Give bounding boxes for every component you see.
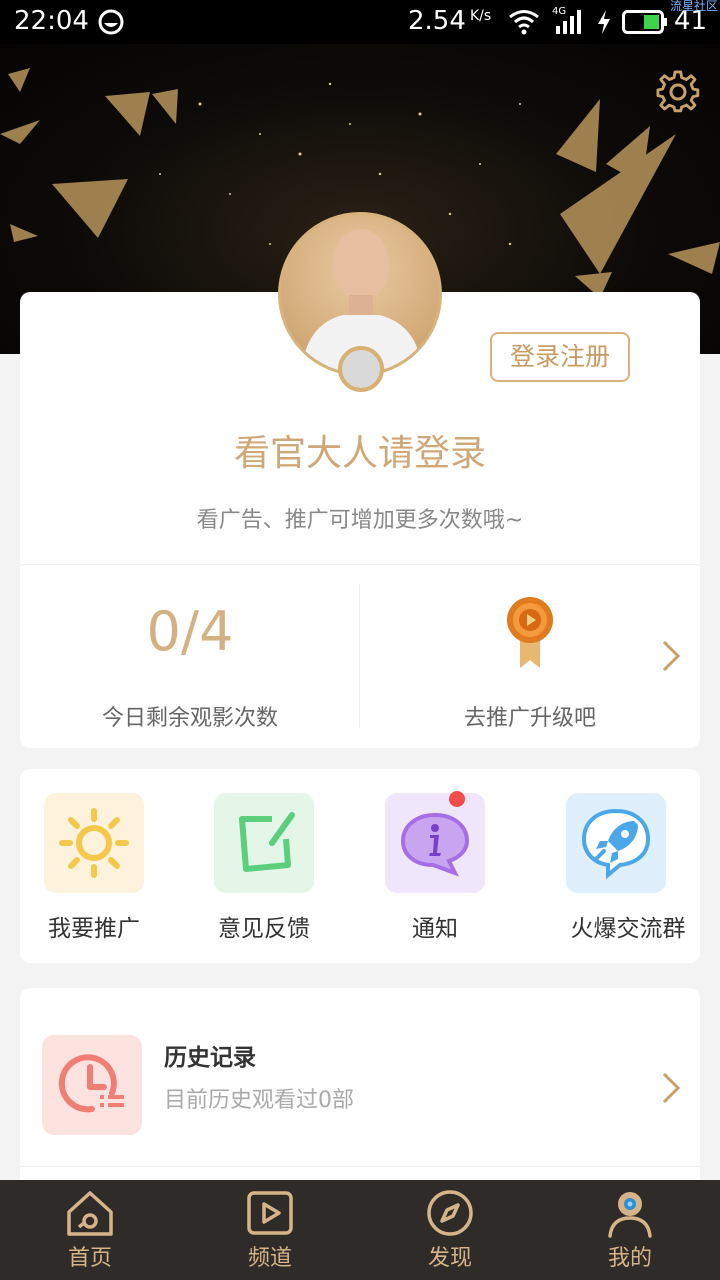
app-notification-icon — [98, 9, 124, 35]
action-notifications[interactable]: 通知 — [361, 791, 531, 953]
history-subtitle: 目前历史观看过0部 — [164, 1088, 354, 1113]
promote-upgrade-label[interactable]: 去推广升级吧 — [360, 700, 700, 732]
home-icon — [67, 1191, 113, 1236]
wifi-icon — [509, 10, 539, 35]
charging-icon — [598, 10, 610, 34]
history-card[interactable]: 历史记录 目前历史观看过0部 — [20, 988, 700, 1180]
nav-home-label: 首页 — [67, 1246, 112, 1271]
login-prompt[interactable]: 看官大人请登录 — [20, 424, 700, 476]
action-feedback-label: 意见反馈 — [218, 916, 310, 942]
status-time: 22:04 — [14, 6, 89, 36]
card-divider — [20, 564, 700, 565]
action-promote-tile[interactable] — [44, 793, 144, 893]
user-icon — [608, 1192, 652, 1238]
settings-gear-icon[interactable] — [656, 70, 700, 114]
info-chat-icon — [400, 812, 470, 877]
history-title: 历史记录 — [164, 1045, 256, 1071]
nav-home[interactable]: 首页 — [0, 1180, 180, 1280]
battery-icon — [622, 10, 667, 34]
history-clock-icon — [58, 1054, 124, 1113]
nav-discover[interactable]: 发现 — [360, 1180, 540, 1280]
action-chat-group[interactable]: 火爆交流群 — [542, 793, 712, 953]
login-register-button[interactable]: 登录注册 — [490, 332, 630, 382]
action-notifications-label: 通知 — [412, 916, 458, 942]
action-chat-group-tile[interactable] — [566, 793, 666, 893]
action-feedback-tile[interactable] — [214, 793, 314, 893]
network-speed: 2.54 — [408, 6, 466, 36]
action-chat-group-label: 火爆交流群 — [570, 916, 686, 942]
nav-mine[interactable]: 我的 — [540, 1180, 720, 1280]
status-bar: 22:04 2.54 K/s 4G 41 流星社区 — [0, 0, 720, 44]
edit-icon — [239, 812, 295, 872]
sun-icon — [59, 808, 129, 878]
nav-mine-label: 我的 — [607, 1246, 652, 1271]
network-speed-unit: K/s — [470, 8, 492, 24]
quick-actions-card: 我要推广 意见反馈 通知 火爆交流群 — [20, 769, 700, 963]
nav-channel-label: 频道 — [247, 1246, 292, 1271]
avatar-badge — [338, 346, 384, 392]
nav-discover-label: 发现 — [427, 1246, 472, 1271]
views-remaining-label: 今日剩余观影次数 — [101, 706, 278, 731]
watermark: 流星社区 — [669, 0, 718, 13]
chevron-right-icon[interactable] — [660, 638, 682, 674]
signal-icon — [556, 10, 581, 34]
play-icon — [247, 1191, 293, 1235]
nav-channel[interactable]: 频道 — [180, 1180, 360, 1280]
login-subtitle: 看广告、推广可增加更多次数哦~ — [196, 508, 524, 533]
rocket-chat-icon — [581, 808, 651, 879]
medal-icon[interactable] — [504, 596, 556, 670]
history-tile[interactable] — [42, 1035, 142, 1135]
notification-dot — [449, 791, 465, 807]
action-promote[interactable]: 我要推广 — [20, 793, 190, 953]
action-notifications-tile[interactable] — [385, 793, 485, 893]
bottom-navigation: 首页 频道 发现 我的 — [0, 1180, 720, 1280]
history-divider — [20, 1166, 700, 1167]
chevron-right-icon[interactable] — [660, 1070, 682, 1106]
views-remaining-count: 0/4 — [146, 600, 234, 663]
compass-icon — [427, 1190, 473, 1236]
action-feedback[interactable]: 意见反馈 — [190, 793, 360, 953]
action-promote-label: 我要推广 — [48, 916, 140, 942]
